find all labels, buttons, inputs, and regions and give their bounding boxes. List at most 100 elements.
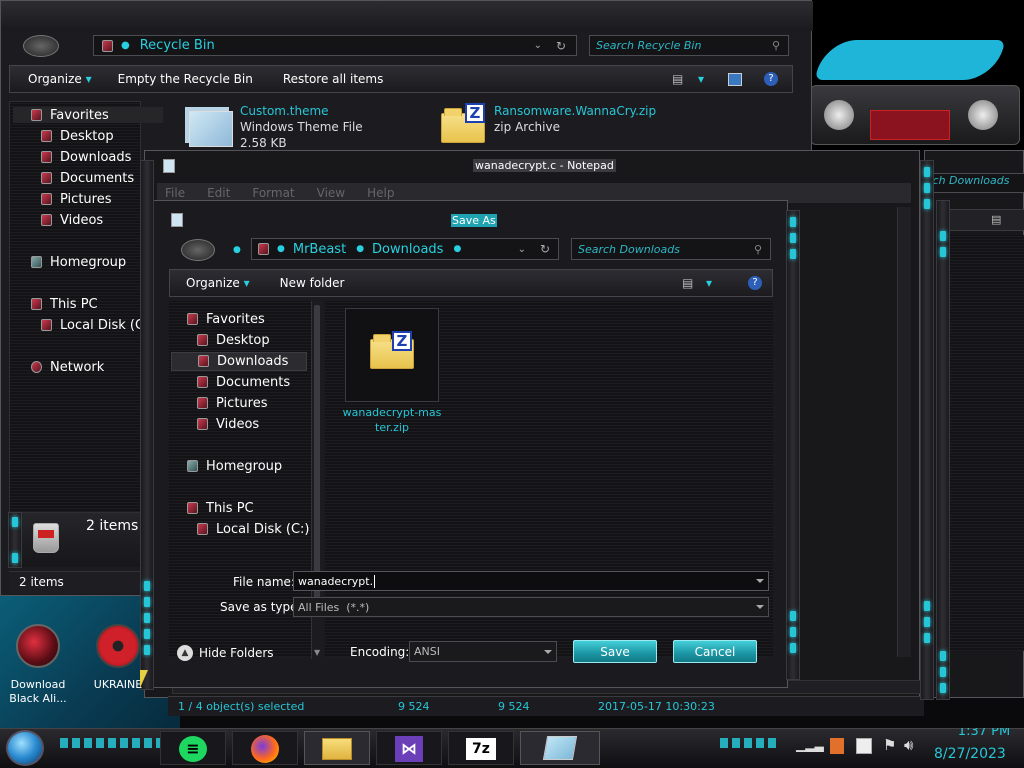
desktop-icon [41,130,52,142]
nav-favorites[interactable]: Favorites [187,312,265,327]
refresh-icon[interactable]: ↻ [540,242,550,256]
menu-view[interactable]: View [317,186,345,200]
view-options-icon[interactable]: ▤ [991,213,1001,226]
mouse-cursor-icon [140,670,148,688]
desktop-icon [197,334,208,346]
status-item-count: 2 items [19,575,64,589]
file-wanadecrypt-master-zip[interactable]: Z [345,308,439,402]
nav-local-disk[interactable]: Local Disk (C: [41,318,148,333]
restore-all-items-button[interactable]: Restore all items [283,72,384,86]
nav-pictures[interactable]: Pictures [41,192,111,207]
nav-downloads[interactable]: Downloads [41,150,131,165]
taskbar-app-spotify[interactable]: ≡ [160,731,226,765]
file-wannacry-zip[interactable]: Z Ransomware.WannaCry.zip zip Archive [439,103,659,143]
back-button[interactable] [23,35,59,57]
taskbar-app-7zip[interactable]: 7z [448,731,514,765]
organize-button[interactable]: Organize ▾ [186,276,250,290]
preview-pane-icon[interactable] [728,72,742,86]
nav-desktop[interactable]: Desktop [41,129,114,144]
refresh-icon[interactable]: ↻ [556,39,566,53]
chevron-down-icon[interactable] [756,579,764,583]
desktop-icon-ukraine[interactable]: UKRAINE [88,624,148,691]
empty-recycle-bin-button[interactable]: Empty the Recycle Bin [118,72,253,86]
view-options-icon[interactable]: ▤ [682,276,693,290]
window-side-ornament [920,160,934,700]
nav-documents[interactable]: Documents [41,171,134,186]
chevron-down-icon[interactable]: ⌄ [518,244,526,255]
menu-format[interactable]: Format [252,186,294,200]
menu-edit[interactable]: Edit [207,186,230,200]
nav-this-pc[interactable]: This PC [187,501,254,516]
tray-flag-icon[interactable]: ⚑ [883,736,896,754]
chevron-down-icon[interactable]: ⌄ [534,40,542,51]
encoding-select[interactable]: ANSI [409,641,557,662]
desktop-icon-download-black-ali[interactable]: Download Black Ali... [6,624,70,706]
forward-button[interactable]: ● [233,245,241,255]
nav-documents[interactable]: Documents [197,375,290,390]
nav-videos[interactable]: Videos [197,417,259,432]
view-dropdown-icon[interactable]: ▾ [698,72,704,86]
breadcrumb-mrbeast[interactable]: MrBeast [293,242,346,257]
back-button[interactable] [181,239,215,261]
folder-icon [322,738,352,760]
help-icon[interactable]: ? [748,276,762,290]
save-as-type-label: Save as type: [220,600,302,614]
window-side-ornament [786,210,800,680]
file-name-value: wanadecrypt. [298,574,376,588]
nav-favorites[interactable]: Favorites [31,108,109,123]
view-dropdown-icon[interactable]: ▾ [706,276,712,290]
save-as-toolbar: Organize ▾ New folder ▤ ▾ ? [169,269,773,297]
nav-desktop[interactable]: Desktop [197,333,270,348]
nav-downloads[interactable]: Downloads [171,352,307,371]
file-name-input[interactable]: wanadecrypt. [293,571,769,591]
background-search-input[interactable]: rch Downloads [925,173,1024,193]
clock-date[interactable]: 8/27/2023 [934,746,1006,762]
nav-this-pc[interactable]: This PC [31,297,98,312]
hide-folders-button[interactable]: ▲ Hide Folders [177,645,274,661]
taskbar-app-notepad[interactable] [520,731,600,765]
breadcrumb-recycle-bin[interactable]: Recycle Bin [140,38,215,53]
help-icon[interactable]: ? [764,72,778,86]
save-as-address-bar[interactable]: ● MrBeast ● Downloads ● ⌄ ↻ [251,238,559,260]
clock-time[interactable]: 1:37 PM [952,728,1016,740]
nav-network[interactable]: Network [31,360,104,375]
file-label-line-2: ter.zip [375,421,409,434]
search-recycle-bin-input[interactable]: Search Recycle Bin ⚲ [589,35,789,56]
organize-button[interactable]: Organize ▾ [28,72,92,86]
status-date: 2017-05-17 10:30:23 [598,700,715,713]
file-custom-theme[interactable]: Custom.theme Windows Theme File 2.58 KB [185,103,385,151]
search-placeholder: Search Downloads [578,242,680,256]
nav-local-disk[interactable]: Local Disk (C:) [197,522,309,537]
zip-archive-icon: Z [439,103,485,143]
taskbar-app-firefox[interactable] [232,731,298,765]
tray-network-icon[interactable] [856,738,872,754]
encoding-label: Encoding: [350,645,410,659]
menu-help[interactable]: Help [367,186,394,200]
notepad-vertical-scrollbar[interactable] [897,207,911,657]
nav-homegroup[interactable]: Homegroup [31,255,126,270]
tray-expand-icon[interactable]: ▁▂▃ [796,738,824,752]
file-label: wanadecrypt-mas ter.zip [339,405,445,435]
breadcrumb-downloads[interactable]: Downloads [372,242,443,257]
address-bar[interactable]: ● Recycle Bin ⌄ ↻ [93,35,577,56]
menu-file[interactable]: File [165,186,185,200]
nav-videos[interactable]: Videos [41,213,103,228]
search-downloads-input[interactable]: Search Downloads ⚲ [571,238,771,260]
desktop-icon-label: UKRAINE [93,678,143,691]
file-label-line-1: wanadecrypt-mas [342,406,442,419]
new-folder-button[interactable]: New folder [280,276,345,290]
save-as-type-select[interactable]: All Files (*.*) [293,597,769,617]
desktop-icon-label: Download [10,678,66,691]
view-options-icon[interactable]: ▤ [672,72,683,86]
start-button[interactable] [6,730,44,766]
window-side-ornament [8,512,22,568]
taskbar-app-file-explorer[interactable] [304,731,370,765]
cancel-button[interactable]: Cancel [673,640,757,663]
taskbar-app-visual-studio[interactable]: ⋈ [376,731,442,765]
save-as-type-value: All Files (*.*) [298,600,370,614]
tray-volume-icon[interactable]: 🔊︎ [904,736,913,754]
tray-java-icon[interactable] [830,738,844,754]
nav-homegroup[interactable]: Homegroup [187,459,282,474]
save-button[interactable]: Save [573,640,657,663]
nav-pictures[interactable]: Pictures [197,396,267,411]
